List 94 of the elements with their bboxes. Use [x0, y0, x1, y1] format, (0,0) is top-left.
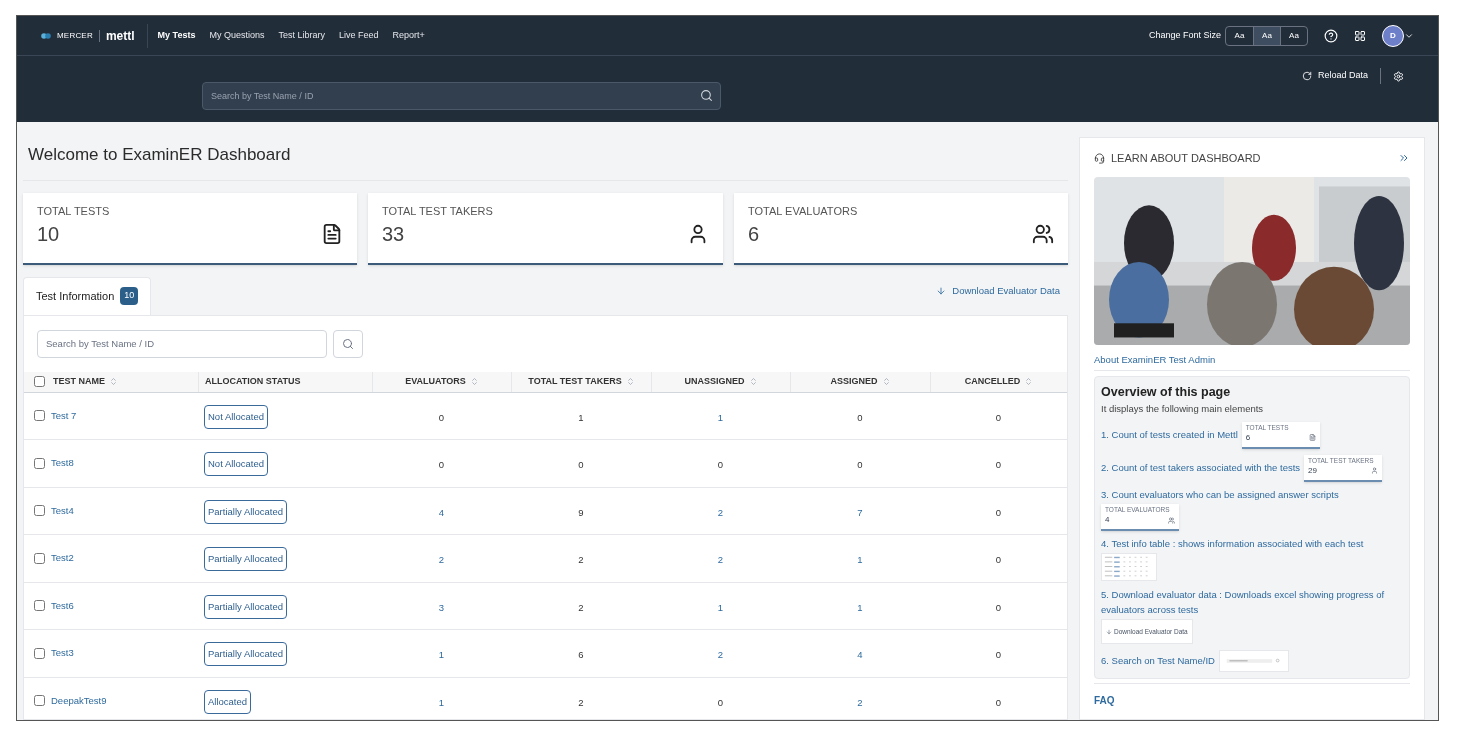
column-header[interactable]: CANCELLED	[964, 374, 1021, 389]
count-link[interactable]: 2	[438, 554, 445, 566]
table-cell: 9	[578, 506, 584, 518]
table-cell: 0	[857, 411, 863, 423]
overview-item: 3. Count evaluators who can be assigned answer scripts	[1101, 487, 1339, 502]
count-link[interactable]: 7	[857, 506, 863, 518]
font-size-button[interactable]: Aa	[1226, 26, 1253, 45]
search-field[interactable]: Search by Test Name / ID	[202, 82, 721, 110]
table-cell: 0	[438, 459, 445, 471]
panel-title: LEARN ABOUT DASHBOARD	[1111, 151, 1261, 166]
count-link[interactable]: 4	[857, 649, 863, 661]
table-cell: 2	[578, 696, 584, 708]
stat-value: 10	[37, 222, 60, 247]
table-cell: 0	[995, 554, 1002, 566]
table-cell: 0	[717, 696, 724, 708]
table-cell: 2	[578, 601, 584, 613]
count-link[interactable]: 2	[717, 649, 724, 661]
overview-item: 5. Download evaluator data : Downloads excel showing progress of evaluators across tests	[1101, 588, 1386, 618]
test-name-link[interactable]: Test6	[51, 598, 74, 613]
reload-button[interactable]: Reload Data	[1301, 69, 1368, 83]
nav-link[interactable]: Report+	[392, 28, 425, 43]
allocation-status: Partially Allocated	[204, 594, 287, 619]
overview-item: 1. Count of tests created in Mettl	[1101, 428, 1238, 443]
test-name-link[interactable]: Test4	[51, 503, 74, 518]
font-size-button[interactable]: Aa	[1253, 26, 1280, 45]
font-size-label: Change Font Size	[1148, 28, 1221, 42]
overview-item: 2. Count of test takers associated with the tests	[1101, 461, 1301, 476]
column-header[interactable]: UNASSIGNED	[684, 374, 745, 389]
allocation-status: Partially Allocated	[204, 642, 287, 667]
column-header[interactable]: ASSIGNED	[830, 374, 878, 389]
count-link[interactable]: 1	[717, 411, 724, 423]
font-size-button[interactable]: Aa	[1280, 26, 1307, 45]
count-link[interactable]: 4	[438, 506, 445, 518]
test-name-link[interactable]: Test2	[51, 551, 74, 566]
thumbnail-value: 4	[1105, 514, 1110, 526]
table-cell: 0	[578, 459, 584, 471]
column-header[interactable]: TOTAL TEST TAKERS	[528, 374, 622, 389]
allocation-status: Partially Allocated	[204, 547, 287, 572]
count-link[interactable]: 1	[857, 601, 863, 613]
tab[interactable]: Test Information 10	[23, 276, 152, 315]
test-name-link[interactable]: Test3	[51, 646, 74, 661]
overview-item: 4. Test info table : shows information associated with each test	[1101, 537, 1365, 551]
thumbnail-value: 6	[1245, 431, 1251, 444]
brand-name: MERCER	[57, 29, 93, 42]
column-header[interactable]: EVALUATORS	[405, 374, 466, 389]
product-logo: mettl	[105, 27, 135, 45]
stat-label: TOTAL TEST TAKERS	[382, 203, 494, 219]
count-link[interactable]: 2	[717, 554, 724, 566]
count-link[interactable]: 3	[438, 601, 445, 613]
stat-value: 33	[382, 222, 405, 247]
table-cell: 0	[995, 696, 1002, 708]
allocation-status: Not Allocated	[204, 404, 268, 429]
test-name-link[interactable]: Test 7	[51, 408, 77, 423]
about-link[interactable]: About ExaminER Test Admin	[1094, 352, 1410, 371]
count-link[interactable]: 1	[438, 649, 445, 661]
nav-link[interactable]: Test Library	[278, 28, 325, 43]
count-link[interactable]: 2	[857, 696, 863, 708]
count-badge: 10	[120, 287, 139, 305]
overview-subtitle: It displays the following main elements	[1101, 401, 1265, 416]
nav-link[interactable]: Live Feed	[338, 28, 379, 43]
table-cell: 0	[995, 459, 1002, 471]
thumbnail-value: 29	[1308, 464, 1317, 477]
column-header[interactable]: TEST NAME	[53, 374, 105, 389]
allocation-status: Partially Allocated	[204, 499, 287, 524]
overview-item: 6. Search on Test Name/ID	[1101, 654, 1215, 669]
table-cell: 0	[995, 649, 1002, 661]
page-title: Welcome to ExaminER Dashboard	[23, 122, 1068, 181]
count-link[interactable]: 1	[717, 601, 724, 613]
table-cell: 1	[578, 411, 584, 423]
table-cell: 0	[438, 411, 445, 423]
user-avatar[interactable]: D	[1382, 24, 1404, 47]
download-link[interactable]: Download Evaluator Data	[936, 284, 1060, 299]
nav-link[interactable]: My Tests	[157, 28, 196, 43]
allocation-status: Not Allocated	[204, 452, 268, 477]
count-link[interactable]: 2	[717, 506, 724, 518]
stat-label: TOTAL EVALUATORS	[748, 203, 859, 219]
stat-value: 6	[748, 222, 760, 247]
table-cell: 0	[717, 459, 724, 471]
column-header[interactable]: ALLOCATION STATUS	[205, 374, 301, 389]
test-name-link[interactable]: Test8	[51, 456, 74, 471]
test-name-link[interactable]: DeepakTest9	[51, 693, 107, 708]
nav-link[interactable]: My Questions	[209, 28, 265, 43]
faq-link[interactable]: FAQ	[1094, 695, 1115, 707]
stat-label: TOTAL TESTS	[37, 203, 111, 219]
count-link[interactable]: 1	[857, 554, 863, 566]
table-cell: 0	[857, 459, 863, 471]
count-link[interactable]: 1	[438, 696, 445, 708]
table-cell: 6	[578, 649, 584, 661]
overview-title: Overview of this page	[1101, 383, 1232, 401]
table-cell: 0	[995, 411, 1002, 423]
table-cell: 0	[995, 506, 1002, 518]
table-cell: 2	[578, 554, 584, 566]
table-cell: 0	[995, 601, 1002, 613]
allocation-status: Allocated	[204, 689, 252, 714]
